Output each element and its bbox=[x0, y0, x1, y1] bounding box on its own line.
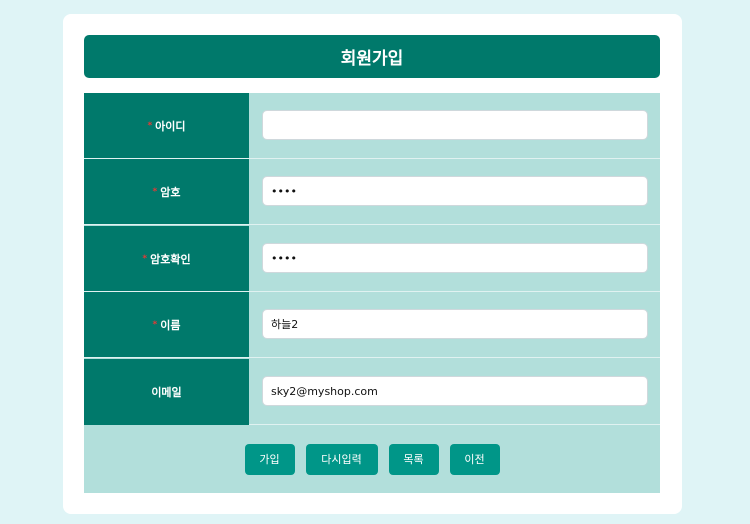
email-input[interactable] bbox=[262, 376, 648, 406]
required-mark: * bbox=[152, 186, 158, 197]
signup-card: 회원가입 * 아이디 * 암호 * 암호확인 * 이름 하늘2 이메일 sky2… bbox=[63, 14, 682, 514]
password-confirm-input-cell bbox=[249, 226, 660, 292]
id-input[interactable] bbox=[262, 110, 648, 140]
password-input-cell bbox=[249, 159, 660, 225]
password-confirm-label: 암호확인 bbox=[150, 252, 191, 266]
form-row-email: 이메일 bbox=[84, 359, 660, 425]
form-row-password: * 암호 bbox=[84, 159, 660, 225]
name-input[interactable] bbox=[262, 309, 648, 339]
form-row-password-confirm: * 암호확인 bbox=[84, 226, 660, 292]
submit-button[interactable]: 가입 bbox=[244, 443, 295, 475]
id-label: 아이디 bbox=[155, 119, 186, 133]
required-mark: * bbox=[142, 253, 148, 264]
password-label-cell: * 암호 bbox=[84, 159, 249, 225]
signup-form-table: * 아이디 * 암호 * 암호확인 * 이름 하늘2 이메일 sky2@mysh… bbox=[84, 93, 660, 493]
page-title: 회원가입 bbox=[84, 35, 660, 78]
email-label-cell: 이메일 bbox=[84, 359, 249, 425]
reset-button[interactable]: 다시입력 bbox=[305, 443, 378, 475]
name-label-cell: * 이름 bbox=[84, 292, 249, 358]
password-input[interactable] bbox=[262, 176, 648, 206]
form-row-name: * 이름 bbox=[84, 292, 660, 358]
form-row-id: * 아이디 bbox=[84, 93, 660, 159]
id-input-cell bbox=[249, 93, 660, 159]
password-confirm-input[interactable] bbox=[262, 243, 648, 273]
list-button[interactable]: 목록 bbox=[388, 443, 439, 475]
name-input-cell bbox=[249, 292, 660, 358]
button-row: 가입 다시입력 목록 이전 bbox=[84, 425, 660, 493]
name-label: 이름 bbox=[160, 318, 181, 332]
email-input-cell bbox=[249, 359, 660, 425]
password-label: 암호 bbox=[160, 185, 181, 199]
required-mark: * bbox=[152, 319, 158, 330]
email-label: 이메일 bbox=[151, 386, 182, 399]
back-button[interactable]: 이전 bbox=[449, 443, 500, 475]
password-confirm-label-cell: * 암호확인 bbox=[84, 226, 249, 292]
required-mark: * bbox=[147, 120, 153, 131]
id-label-cell: * 아이디 bbox=[84, 93, 249, 159]
